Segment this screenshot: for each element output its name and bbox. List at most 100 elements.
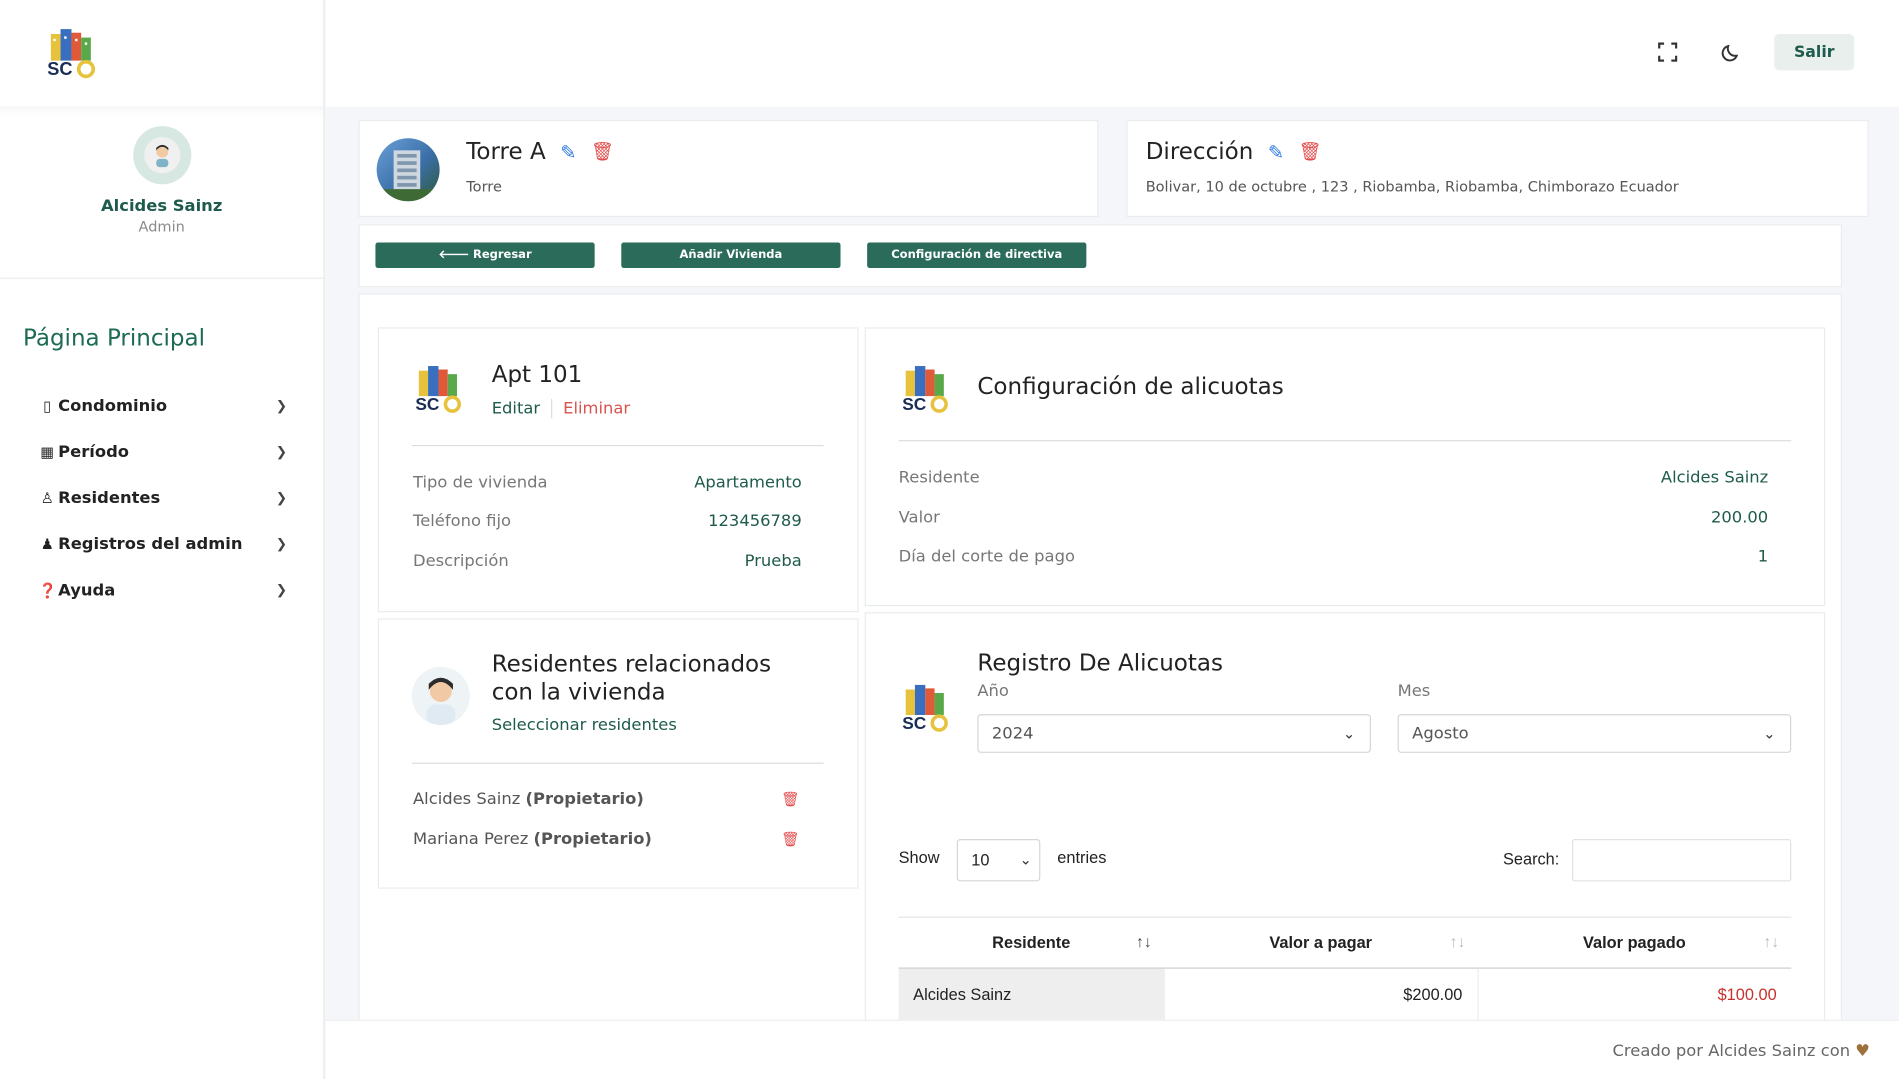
- cell-resident: Alcides Sainz: [898, 968, 1164, 1022]
- logo-area: SC: [0, 0, 323, 107]
- chevron-right-icon: ❯: [275, 489, 288, 506]
- calendar-icon: ▦: [40, 443, 55, 461]
- chevron-down-icon: ⌄: [1763, 725, 1776, 742]
- menu-title: Página Principal: [23, 324, 206, 352]
- sidebar-item-residentes[interactable]: ♙ Residentes ❯: [0, 475, 323, 521]
- field-value: Apartamento: [694, 472, 802, 493]
- sco-logo-icon: SC: [902, 684, 948, 733]
- sidebar-item-label: Registros del admin: [58, 534, 243, 555]
- sidebar-item-condominio[interactable]: ▯ Condominio ❯: [0, 383, 323, 429]
- dark-mode-moon-icon[interactable]: [1719, 40, 1743, 64]
- address-text: Bolivar, 10 de octubre , 123 , Riobamba,…: [1145, 178, 1679, 196]
- sort-icon: ↑↓: [1136, 932, 1152, 951]
- aliquot-field-value: Valor 200.00: [899, 508, 1769, 527]
- field-label: Día del corte de pago: [898, 546, 1075, 567]
- table-row[interactable]: Alcides Sainz $200.00 $100.00: [898, 968, 1792, 1022]
- sidebar-item-label: Período: [58, 442, 130, 462]
- user-tie-icon: ♟: [40, 535, 54, 553]
- chevron-right-icon: ❯: [275, 397, 288, 414]
- search-input[interactable]: [1572, 838, 1792, 882]
- question-circle-icon: ❓: [38, 581, 57, 599]
- resident-list-item: Mariana Perez (Propietario): [413, 829, 652, 848]
- field-value: 123456789: [708, 511, 802, 532]
- show-label: Show: [898, 848, 940, 867]
- aliquot-field-resident: Residente Alcides Sainz: [899, 468, 1769, 487]
- field-label: Teléfono fijo: [412, 511, 512, 532]
- address-card: Dirección ✎ 🗑 Bolivar, 10 de octubre , 1…: [1126, 120, 1869, 218]
- tower-image: [376, 138, 440, 202]
- sort-icon: ↑↓: [1449, 932, 1466, 951]
- user-avatar-icon: [426, 677, 456, 726]
- tower-title: Torre A: [466, 138, 546, 165]
- sco-logo[interactable]: SC: [44, 27, 102, 80]
- apartment-field-phone: Teléfono fijo 123456789: [413, 512, 802, 531]
- add-housing-button[interactable]: Añadir Vivienda: [621, 242, 841, 268]
- tower-card: Torre A ✎ 🗑 Torre: [358, 120, 1099, 218]
- table-header-row: Residente ↑↓ Valor a pagar ↑↓ Valor paga…: [898, 916, 1792, 969]
- month-select-value: Agosto: [1412, 723, 1469, 744]
- edit-icon[interactable]: ✎: [1268, 140, 1284, 163]
- apartment-title: Apt 101: [491, 361, 583, 388]
- edit-icon[interactable]: ✎: [560, 140, 576, 163]
- divider: [411, 762, 824, 764]
- svg-text:SC: SC: [47, 59, 72, 79]
- sidebar-item-periodo[interactable]: ▦ Período ❯: [0, 429, 323, 475]
- column-header-amount-paid[interactable]: Valor pagado ↑↓: [1477, 916, 1792, 969]
- search-label: Search:: [1502, 849, 1560, 869]
- aliquot-log-title: Registro De Alicuotas: [977, 649, 1223, 677]
- year-select[interactable]: 2024 ⌄: [977, 714, 1371, 753]
- trash-icon[interactable]: 🗑: [781, 830, 799, 847]
- field-label: Residente: [898, 467, 980, 488]
- cell-amount-due: $200.00: [1163, 968, 1478, 1022]
- resident-name: Alcides Sainz: [412, 789, 521, 809]
- resident-list-item: Alcides Sainz (Propietario): [413, 789, 644, 808]
- logout-button[interactable]: Salir: [1774, 33, 1855, 71]
- resident-role: (Propietario): [525, 789, 644, 809]
- apartment-field-description: Descripción Prueba: [413, 552, 802, 571]
- edit-apartment-link[interactable]: Editar: [492, 398, 553, 419]
- delete-apartment-link[interactable]: Eliminar: [552, 399, 630, 418]
- avatar[interactable]: [132, 126, 191, 185]
- resident-name: Mariana Perez: [412, 829, 529, 849]
- back-button[interactable]: 🡐 Regresar: [375, 242, 595, 268]
- aliquot-config-title: Configuración de alicuotas: [977, 373, 1284, 401]
- chevron-right-icon: ❯: [275, 581, 288, 598]
- entries-label: entries: [1057, 848, 1107, 867]
- svg-text:SC: SC: [415, 394, 440, 414]
- board-config-button[interactable]: Configuración de directiva: [867, 242, 1087, 268]
- trash-icon[interactable]: 🗑: [781, 790, 799, 807]
- column-label: Residente: [992, 933, 1071, 952]
- footer-credit: Creado por Alcides Sainz con ♥: [1612, 1041, 1869, 1060]
- sco-logo-icon: SC: [415, 366, 462, 414]
- column-header-amount-due[interactable]: Valor a pagar ↑↓: [1163, 916, 1478, 969]
- field-value: 200.00: [1710, 507, 1769, 528]
- sidebar-item-label: Condominio: [58, 396, 168, 416]
- sidebar-item-ayuda[interactable]: ❓ Ayuda ❯: [0, 567, 323, 613]
- column-label: Valor a pagar: [1269, 933, 1373, 952]
- trash-icon[interactable]: 🗑: [1299, 141, 1322, 163]
- trash-icon[interactable]: 🗑: [591, 141, 614, 163]
- heart-icon: ♥: [1855, 1041, 1870, 1061]
- tower-subtitle: Torre: [466, 178, 502, 196]
- residents-title-line2: con la vivienda: [491, 678, 666, 706]
- sidebar-item-registros[interactable]: ♟ Registros del admin ❯: [0, 521, 323, 567]
- resident-role: (Propietario): [533, 829, 652, 849]
- user-role: Admin: [138, 218, 185, 236]
- field-value: Prueba: [744, 551, 802, 572]
- field-label: Tipo de vivienda: [412, 472, 548, 493]
- field-value: 1: [1757, 546, 1769, 567]
- column-label: Valor pagado: [1583, 933, 1686, 952]
- month-select[interactable]: Agosto ⌄: [1397, 714, 1792, 753]
- column-header-resident[interactable]: Residente ↑↓: [898, 916, 1164, 969]
- address-title: Dirección: [1145, 138, 1254, 165]
- sidebar-item-label: Ayuda: [58, 580, 116, 601]
- year-select-value: 2024: [991, 723, 1034, 744]
- chevron-down-icon: ⌄: [1019, 851, 1032, 869]
- apartment-field-type: Tipo de vivienda Apartamento: [413, 473, 802, 492]
- sidebar: SC Alcides Sainz Admin Página Principal …: [0, 0, 325, 1079]
- select-residents-link[interactable]: Seleccionar residentes: [492, 715, 677, 734]
- divider: [898, 440, 1792, 442]
- entries-select[interactable]: 10 ⌄: [956, 838, 1041, 882]
- aliquot-field-cutoff-day: Día del corte de pago 1: [899, 547, 1769, 566]
- fullscreen-icon[interactable]: [1656, 40, 1680, 64]
